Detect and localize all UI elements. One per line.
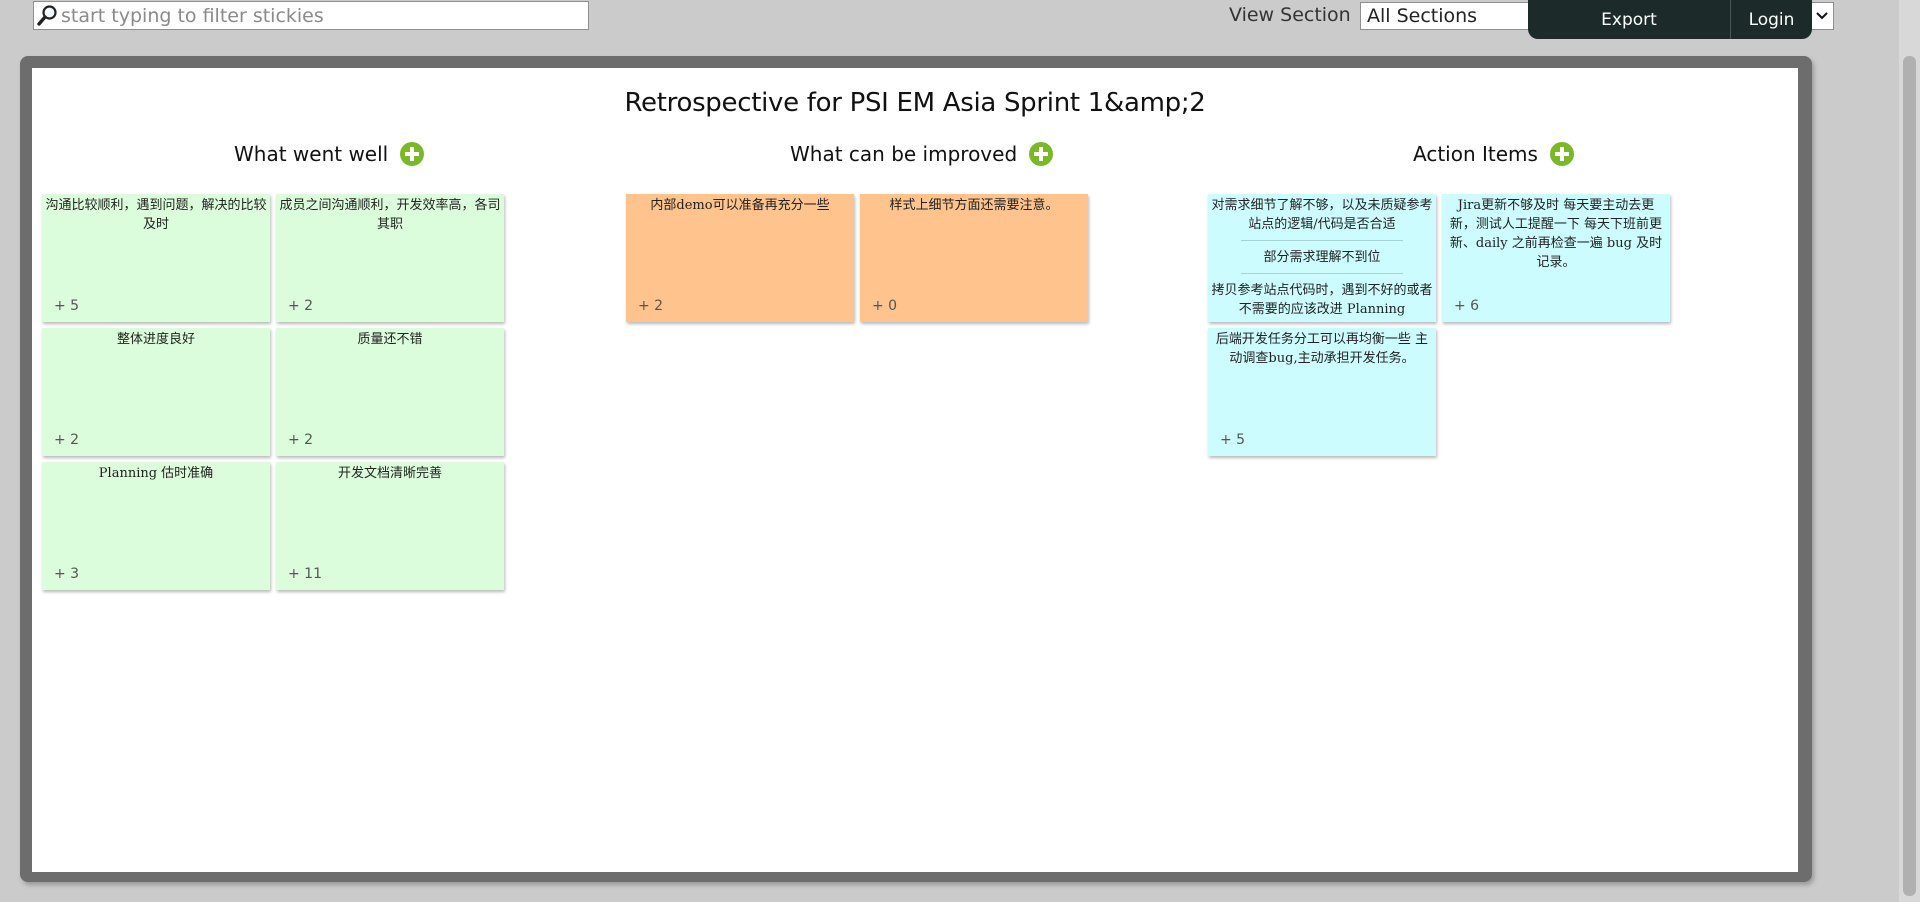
add-sticky-icon[interactable] — [1549, 142, 1574, 166]
sticky-text: 开发文档清晰完善 — [337, 466, 442, 481]
sticky-text: 质量还不错 — [357, 332, 423, 347]
merge-divider — [1241, 240, 1403, 241]
column-title: What went well — [234, 142, 389, 166]
sticky-text: Planning 估时准确 — [98, 466, 214, 481]
view-section-label: View Section — [1229, 4, 1351, 26]
scrollbar-thumb[interactable] — [1903, 56, 1916, 896]
section-select-value: All Sections — [1367, 5, 1478, 27]
vote-count[interactable]: + 11 — [288, 565, 322, 584]
sticky-note[interactable]: Planning 估时准确 + 3 — [42, 462, 270, 590]
column-header-improve: What can be improved — [790, 142, 1054, 166]
toolbar: Export Login — [1528, 0, 1812, 39]
filter-box[interactable] — [33, 1, 589, 30]
page-scrollbar[interactable] — [1899, 0, 1920, 902]
sticky-text: 拷贝参考站点代码时，遇到不好的或者不需要的应该改进 Planning — [1211, 283, 1433, 317]
board: Retrospective for PSI EM Asia Sprint 1&a… — [32, 68, 1798, 872]
board-title: Retrospective for PSI EM Asia Sprint 1&a… — [624, 88, 1206, 118]
vote-count[interactable]: + 0 — [872, 297, 897, 316]
sticky-note[interactable]: 成员之间沟通顺利，开发效率高，各司其职 + 2 — [276, 194, 504, 322]
chevron-down-icon — [1810, 4, 1832, 28]
sticky-text: 整体进度良好 — [116, 332, 195, 347]
sticky-note[interactable]: 开发文档清晰完善 + 11 — [276, 462, 504, 590]
vote-count[interactable]: + 3 — [54, 565, 79, 584]
add-sticky-icon[interactable] — [400, 142, 425, 166]
sticky-note[interactable]: 质量还不错 + 2 — [276, 328, 504, 456]
sticky-text: 样式上细节方面还需要注意。 — [889, 198, 1059, 213]
column-header-action-items: Action Items — [1413, 142, 1574, 166]
sticky-note[interactable]: 样式上细节方面还需要注意。 + 0 — [860, 194, 1088, 322]
filter-input[interactable] — [60, 2, 588, 29]
column-title: Action Items — [1413, 142, 1538, 166]
search-icon — [34, 2, 60, 29]
sticky-note[interactable]: 后端开发任务分工可以再均衡一些 主动调查bug,主动承担开发任务。 + 5 — [1208, 328, 1436, 456]
vote-count[interactable]: + 5 — [1220, 431, 1245, 450]
sticky-text: 内部demo可以准备再充分一些 — [650, 198, 830, 213]
vote-count[interactable]: + 2 — [288, 431, 313, 450]
export-button[interactable]: Export — [1528, 0, 1730, 39]
sticky-text: Jira更新不够及时 每天要主动去更新，测试人工提醒一下 每天下班前更新、dai… — [1449, 198, 1663, 270]
vote-count[interactable]: + 2 — [288, 297, 313, 316]
vote-count[interactable]: + 5 — [54, 297, 79, 316]
vote-count[interactable]: + 2 — [638, 297, 663, 316]
login-button[interactable]: Login — [1730, 0, 1812, 39]
sticky-text: 部分需求理解不到位 — [1263, 250, 1381, 265]
sticky-note[interactable]: 内部demo可以准备再充分一些 + 2 — [626, 194, 854, 322]
sticky-note[interactable]: Jira更新不够及时 每天要主动去更新，测试人工提醒一下 每天下班前更新、dai… — [1442, 194, 1670, 322]
board-frame: Retrospective for PSI EM Asia Sprint 1&a… — [20, 56, 1812, 882]
sticky-text: 后端开发任务分工可以再均衡一些 主动调查bug,主动承担开发任务。 — [1215, 332, 1429, 366]
column-header-went-well: What went well — [234, 142, 425, 166]
sticky-note[interactable]: 沟通比较顺利，遇到问题，解决的比较及时 + 5 — [42, 194, 270, 322]
vote-count[interactable]: + 6 — [1454, 297, 1479, 316]
sticky-note-merged[interactable]: 对需求细节了解不够，以及未质疑参考站点的逻辑/代码是否合适 部分需求理解不到位 … — [1208, 194, 1436, 322]
vote-count[interactable]: + 2 — [54, 431, 79, 450]
column-title: What can be improved — [790, 142, 1018, 166]
add-sticky-icon[interactable] — [1029, 142, 1054, 166]
sticky-text: 沟通比较顺利，遇到问题，解决的比较及时 — [45, 198, 267, 232]
sticky-text: 对需求细节了解不够，以及未质疑参考站点的逻辑/代码是否合适 — [1211, 198, 1433, 232]
sticky-note[interactable]: 整体进度良好 + 2 — [42, 328, 270, 456]
sticky-text: 成员之间沟通顺利，开发效率高，各司其职 — [279, 198, 501, 232]
merge-divider — [1241, 273, 1403, 274]
